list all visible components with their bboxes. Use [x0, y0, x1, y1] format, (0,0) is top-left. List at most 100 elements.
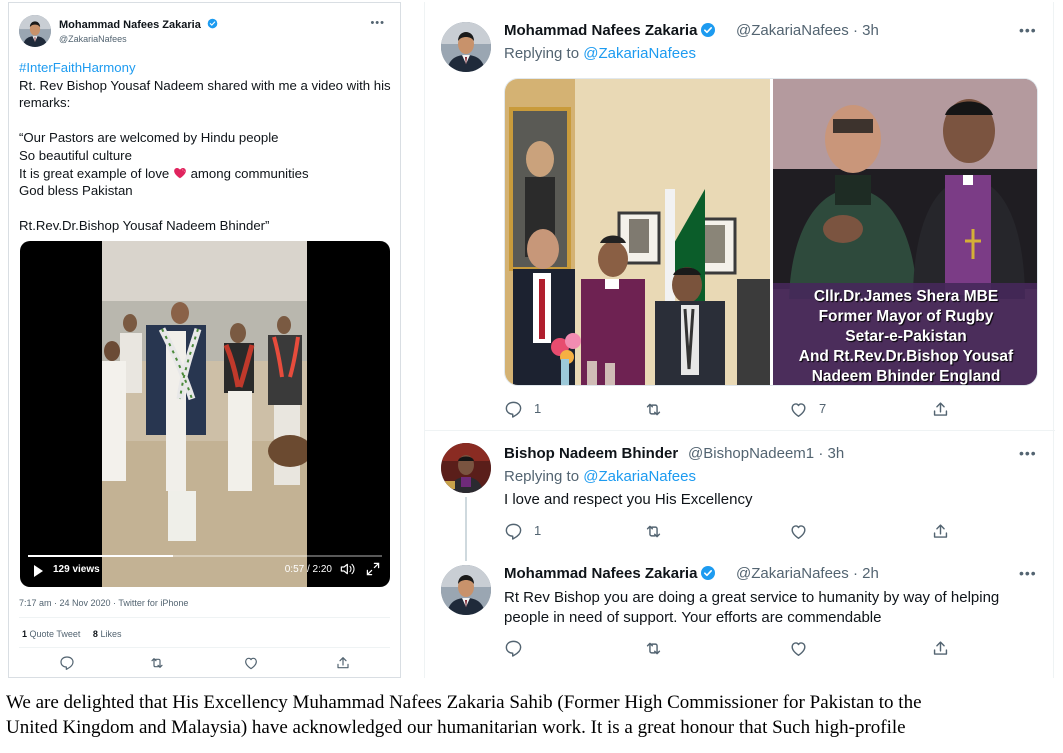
tweet-time: · 2h: [852, 565, 879, 582]
verified-badge-icon: [207, 18, 218, 29]
hashtag-link[interactable]: #InterFaithHarmony: [19, 59, 391, 77]
volume-icon[interactable]: [340, 562, 356, 576]
quote-signature: Rt.Rev.Dr.Bishop Yousaf Nadeem Bhinder”: [19, 218, 270, 234]
video-controls: 129 views 0:57 / 2:20: [20, 551, 390, 587]
avatar[interactable]: [19, 15, 51, 47]
photo-caption: Cllr.Dr.James Shera MBE Former Mayor of …: [773, 283, 1037, 385]
likes-stat[interactable]: 8 Likes: [93, 629, 122, 639]
photo-right[interactable]: Cllr.Dr.James Shera MBE Former Mayor of …: [773, 79, 1037, 385]
author-name[interactable]: Mohammad Nafees Zakaria: [59, 18, 218, 31]
caption-line-3: Setar-e-Pakistan: [845, 328, 967, 345]
retweet-button[interactable]: [644, 639, 663, 659]
like-button[interactable]: [789, 522, 808, 542]
reply-button[interactable]: [504, 639, 523, 659]
mention-link[interactable]: @ZakariaNafees: [583, 45, 696, 62]
reply-icon: [504, 639, 523, 658]
play-icon[interactable]: [34, 565, 43, 577]
photo-left[interactable]: [505, 79, 770, 385]
author-handle[interactable]: @BishopNadeem1 · 3h: [688, 445, 844, 462]
video-views: 129 views: [53, 564, 100, 575]
tweet-intro: Rt. Rev Bishop Yousaf Nadeem shared with…: [19, 77, 391, 111]
tweet-actions: [9, 655, 402, 673]
paragraph-line-1: We are delighted that His Excellency Muh…: [6, 692, 922, 713]
tweet-meta[interactable]: 7:17 am · 24 Nov 2020 · Twitter for iPho…: [19, 598, 188, 608]
retweet-button[interactable]: [644, 400, 663, 420]
avatar-icon: [441, 22, 491, 72]
author-handle-text: @BishopNadeem1: [688, 445, 815, 462]
video-thumbnail: [102, 241, 307, 587]
fullscreen-icon[interactable]: [366, 562, 380, 576]
author-handle[interactable]: @ZakariaNafees · 2h: [736, 565, 879, 582]
reply-icon[interactable]: [59, 655, 75, 671]
verified-badge-icon: [700, 22, 716, 38]
author-name[interactable]: Bishop Nadeem Bhinder: [504, 445, 678, 462]
reply-icon: [504, 400, 523, 419]
quote-label: Quote Tweet: [29, 629, 81, 639]
tweet-time: · 3h: [852, 22, 879, 39]
retweet-button[interactable]: [644, 522, 663, 542]
more-options-button[interactable]: •••: [1019, 565, 1037, 581]
left-tweet-card: Mohammad Nafees Zakaria @ZakariaNafees •…: [8, 2, 401, 678]
quote-count: 1: [22, 629, 28, 639]
share-icon: [931, 522, 950, 541]
more-options-button[interactable]: •••: [370, 17, 385, 29]
reply-count: 1: [534, 523, 542, 538]
like-icon: [789, 400, 808, 419]
share-button[interactable]: [931, 639, 950, 659]
caption-line-4: And Rt.Rev.Dr.Bishop Yousaf: [798, 348, 1014, 365]
more-options-button[interactable]: •••: [1019, 445, 1037, 461]
more-options-button[interactable]: •••: [1019, 22, 1037, 38]
heart-emoji-icon: [174, 167, 186, 178]
quote-line-2: So beautiful culture: [19, 147, 132, 163]
like-button[interactable]: 7: [789, 400, 826, 420]
quote-line-4: God bless Pakistan: [19, 183, 133, 199]
share-button[interactable]: [931, 400, 950, 420]
video-progress-fill: [28, 555, 174, 557]
author-handle[interactable]: @ZakariaNafees: [59, 34, 127, 44]
caption-line-5: Nadeem Bhinder England: [811, 368, 1001, 385]
like-icon[interactable]: [243, 655, 259, 671]
share-button[interactable]: [931, 522, 950, 542]
reply-button[interactable]: 1: [504, 522, 541, 542]
avatar-icon: [441, 565, 491, 615]
author-name[interactable]: Mohammad Nafees Zakaria: [504, 565, 716, 582]
video-progress-bar[interactable]: [28, 555, 382, 557]
author-name-text: Mohammad Nafees Zakaria: [504, 565, 698, 582]
replying-to: Replying to @ZakariaNafees: [504, 468, 696, 485]
quote-line-3-before: It is great example of love: [19, 165, 173, 181]
author-handle[interactable]: @ZakariaNafees · 3h: [736, 22, 879, 39]
reply-button[interactable]: 1: [504, 400, 541, 420]
video-time: 0:57 / 2:20: [284, 564, 332, 575]
like-button[interactable]: [789, 639, 808, 659]
avatar-icon: [19, 15, 51, 47]
share-icon[interactable]: [335, 655, 351, 671]
video-player[interactable]: 129 views 0:57 / 2:20: [20, 241, 390, 587]
reply-icon: [504, 522, 523, 541]
left-tweet-header: Mohammad Nafees Zakaria @ZakariaNafees •…: [19, 15, 391, 49]
thread-tweet-3[interactable]: Mohammad Nafees Zakaria @ZakariaNafees ·…: [425, 559, 1055, 675]
tweet-text-line-2: people in need of support. Your efforts …: [504, 609, 882, 626]
avatar-icon: [441, 443, 491, 493]
retweet-icon[interactable]: [149, 655, 165, 671]
like-icon: [789, 639, 808, 658]
thread-tweet-1[interactable]: Mohammad Nafees Zakaria @ZakariaNafees ·…: [425, 2, 1055, 430]
divider: [19, 617, 390, 618]
replying-to: Replying to @ZakariaNafees: [504, 45, 696, 62]
verified-badge-icon: [700, 565, 716, 581]
author-name[interactable]: Mohammad Nafees Zakaria: [504, 22, 716, 39]
avatar[interactable]: [441, 22, 491, 72]
video-frame[interactable]: [102, 241, 307, 587]
tweet-text: I love and respect you His Excellency: [504, 491, 753, 508]
avatar[interactable]: [441, 565, 491, 615]
replying-label: Replying to: [504, 468, 580, 485]
retweet-icon: [644, 400, 663, 419]
avatar[interactable]: [441, 443, 491, 493]
quote-tweet-stat[interactable]: 1 Quote Tweet: [22, 629, 80, 639]
tweet-thread: Mohammad Nafees Zakaria @ZakariaNafees ·…: [424, 2, 1055, 678]
mention-link[interactable]: @ZakariaNafees: [583, 468, 696, 485]
divider: [19, 647, 390, 648]
replying-label: Replying to: [504, 45, 580, 62]
thread-connector: [465, 497, 467, 561]
thread-tweet-2[interactable]: Bishop Nadeem Bhinder @BishopNadeem1 · 3…: [425, 431, 1055, 561]
quote-line-1: “Our Pastors are welcomed by Hindu peopl…: [19, 130, 279, 146]
